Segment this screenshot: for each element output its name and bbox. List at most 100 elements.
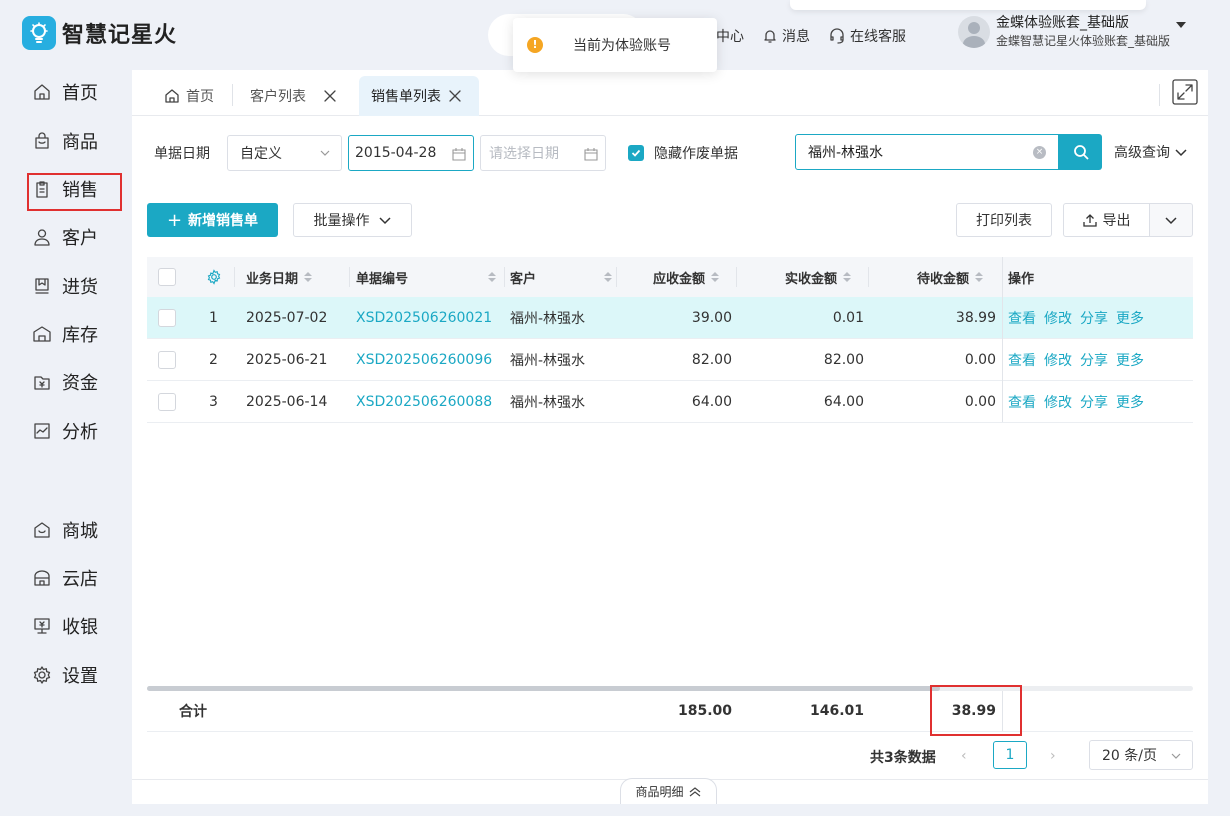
edit-link[interactable]: 修改	[1044, 308, 1072, 328]
date-mode-select[interactable]: 自定义	[227, 135, 342, 171]
row-code-link[interactable]: XSD202506260096	[356, 339, 492, 380]
close-icon[interactable]	[449, 90, 461, 102]
view-link[interactable]: 查看	[1008, 308, 1036, 328]
messages-link[interactable]: 消息	[762, 26, 810, 46]
online-service-link[interactable]: 在线客服	[828, 26, 906, 46]
fullscreen-icon[interactable]	[1172, 79, 1198, 105]
header-date[interactable]: 业务日期	[246, 257, 313, 297]
row-index: 2	[209, 351, 218, 368]
sidebar-item-mall[interactable]: 商城	[32, 515, 98, 545]
sidebar-item-funds[interactable]: 资金	[32, 367, 98, 397]
prev-page-icon[interactable]: ‹	[961, 748, 967, 764]
hide-void-toggle[interactable]: 隐藏作废单据	[628, 143, 738, 163]
select-all-checkbox[interactable]	[158, 268, 176, 286]
highlight-box-pending-total	[930, 685, 1022, 736]
row-date: 2025-06-14	[246, 393, 328, 410]
row-date: 2025-07-02	[246, 309, 328, 326]
add-sales-order-button[interactable]: + 新增销售单	[147, 203, 278, 237]
header-received[interactable]: 实收金额	[785, 257, 852, 297]
row-code-link[interactable]: XSD202506260088	[356, 381, 492, 422]
sidebar-item-customers[interactable]: 客户	[32, 222, 98, 252]
row-customer: 福州-林强水	[510, 352, 586, 369]
edit-link[interactable]: 修改	[1044, 392, 1072, 412]
more-link[interactable]: 更多	[1116, 392, 1144, 412]
end-date-input[interactable]: 请选择日期	[480, 135, 606, 171]
view-link[interactable]: 查看	[1008, 392, 1036, 412]
sidebar-item-label: 云店	[62, 569, 98, 590]
tab-home[interactable]: 首页	[152, 76, 226, 116]
bag-icon	[35, 132, 49, 149]
sidebar-item-goods[interactable]: 商品	[32, 126, 98, 156]
page-size-select[interactable]: 20 条/页	[1089, 740, 1193, 770]
export-label: 导出	[1102, 213, 1131, 229]
column-divider	[736, 267, 737, 287]
date-label: 单据日期	[154, 146, 210, 162]
row-index: 1	[209, 309, 218, 326]
header-receivable[interactable]: 应收金额	[653, 257, 720, 297]
pagination: 共3条数据 ‹ 1 › 20 条/页	[132, 738, 1208, 774]
sidebar-item-cloud-store[interactable]: 云店	[32, 563, 98, 593]
current-page-button[interactable]: 1	[993, 741, 1027, 769]
header-customer[interactable]: 客户	[510, 257, 613, 297]
user-menu[interactable]: 金蝶体验账套_基础版 金蝶智慧记星火体验账套_基础版	[958, 14, 1187, 50]
export-more-button[interactable]	[1149, 203, 1193, 237]
tab-label: 首页	[186, 89, 214, 105]
sidebar-item-cashier[interactable]: 收银	[32, 611, 98, 641]
row-code-link[interactable]: XSD202506260021	[356, 297, 492, 338]
header-pending-label: 待收金额	[917, 271, 970, 287]
sidebar-item-label: 设置	[62, 666, 98, 687]
table-row[interactable]: 1 2025-07-02 XSD202506260021 福州-林强水 39.0…	[147, 297, 1193, 339]
export-button[interactable]: 导出	[1063, 203, 1150, 237]
sidebar-item-analysis[interactable]: 分析	[32, 416, 98, 446]
more-link[interactable]: 更多	[1116, 350, 1144, 370]
table-row[interactable]: 2 2025-06-21 XSD202506260096 福州-林强水 82.0…	[147, 339, 1193, 381]
share-link[interactable]: 分享	[1080, 392, 1108, 412]
edit-link[interactable]: 修改	[1044, 350, 1072, 370]
advanced-query-button[interactable]: 高级查询	[1114, 142, 1188, 162]
share-link[interactable]: 分享	[1080, 350, 1108, 370]
sort-icon	[711, 272, 720, 282]
tab-customer-list[interactable]: 客户列表	[238, 76, 348, 116]
more-link[interactable]: 更多	[1116, 308, 1144, 328]
next-page-icon[interactable]: ›	[1050, 748, 1056, 764]
checkbox-checked[interactable]	[628, 145, 644, 161]
tab-divider	[1159, 84, 1160, 106]
search-button[interactable]	[1059, 134, 1102, 170]
detail-toggle-label: 商品明细	[635, 785, 684, 799]
sidebar-item-label: 收银	[62, 617, 98, 638]
row-checkbox[interactable]	[158, 392, 176, 411]
row-checkbox[interactable]	[158, 308, 176, 327]
tab-sales-order-list[interactable]: 销售单列表	[359, 76, 479, 116]
batch-operations-button[interactable]: 批量操作	[293, 203, 412, 237]
center-link[interactable]: 中心	[716, 26, 744, 46]
caret-down-icon[interactable]	[1176, 22, 1187, 28]
account-subtitle: 金蝶智慧记星火体验账套_基础版	[996, 34, 1171, 48]
column-divider	[504, 267, 505, 287]
view-link[interactable]: 查看	[1008, 350, 1036, 370]
row-checkbox[interactable]	[158, 350, 176, 369]
close-icon[interactable]	[324, 90, 336, 102]
gear-icon[interactable]	[206, 269, 222, 285]
header-code[interactable]: 单据编号	[356, 257, 497, 297]
sidebar-item-label: 分析	[62, 422, 98, 443]
goods-detail-toggle[interactable]: 商品明细	[620, 778, 717, 804]
sidebar-item-home[interactable]: 首页	[32, 77, 98, 107]
row-index: 3	[209, 393, 218, 410]
sidebar-item-settings[interactable]: 设置	[32, 660, 98, 690]
header-code-label: 单据编号	[356, 271, 409, 287]
sidebar-item-purchase[interactable]: 进货	[32, 271, 98, 301]
table-row[interactable]: 3 2025-06-14 XSD202506260088 福州-林强水 64.0…	[147, 381, 1193, 423]
search-input[interactable]: 福州-林强水 ×	[795, 134, 1059, 170]
column-divider	[349, 267, 350, 287]
share-link[interactable]: 分享	[1080, 308, 1108, 328]
sidebar-item-inventory[interactable]: 库存	[32, 319, 98, 349]
header-ops: 操作	[1008, 257, 1034, 297]
start-date-input[interactable]: 2015-04-28	[348, 135, 474, 171]
print-list-button[interactable]: 打印列表	[956, 203, 1052, 237]
clear-icon[interactable]: ×	[1033, 146, 1046, 159]
app-logo[interactable]: 智慧记星火	[22, 16, 177, 50]
header-pending[interactable]: 待收金额	[917, 257, 984, 297]
row-customer: 福州-林强水	[510, 394, 586, 411]
calendar-icon	[452, 148, 466, 161]
highlight-box-sales	[27, 173, 122, 211]
